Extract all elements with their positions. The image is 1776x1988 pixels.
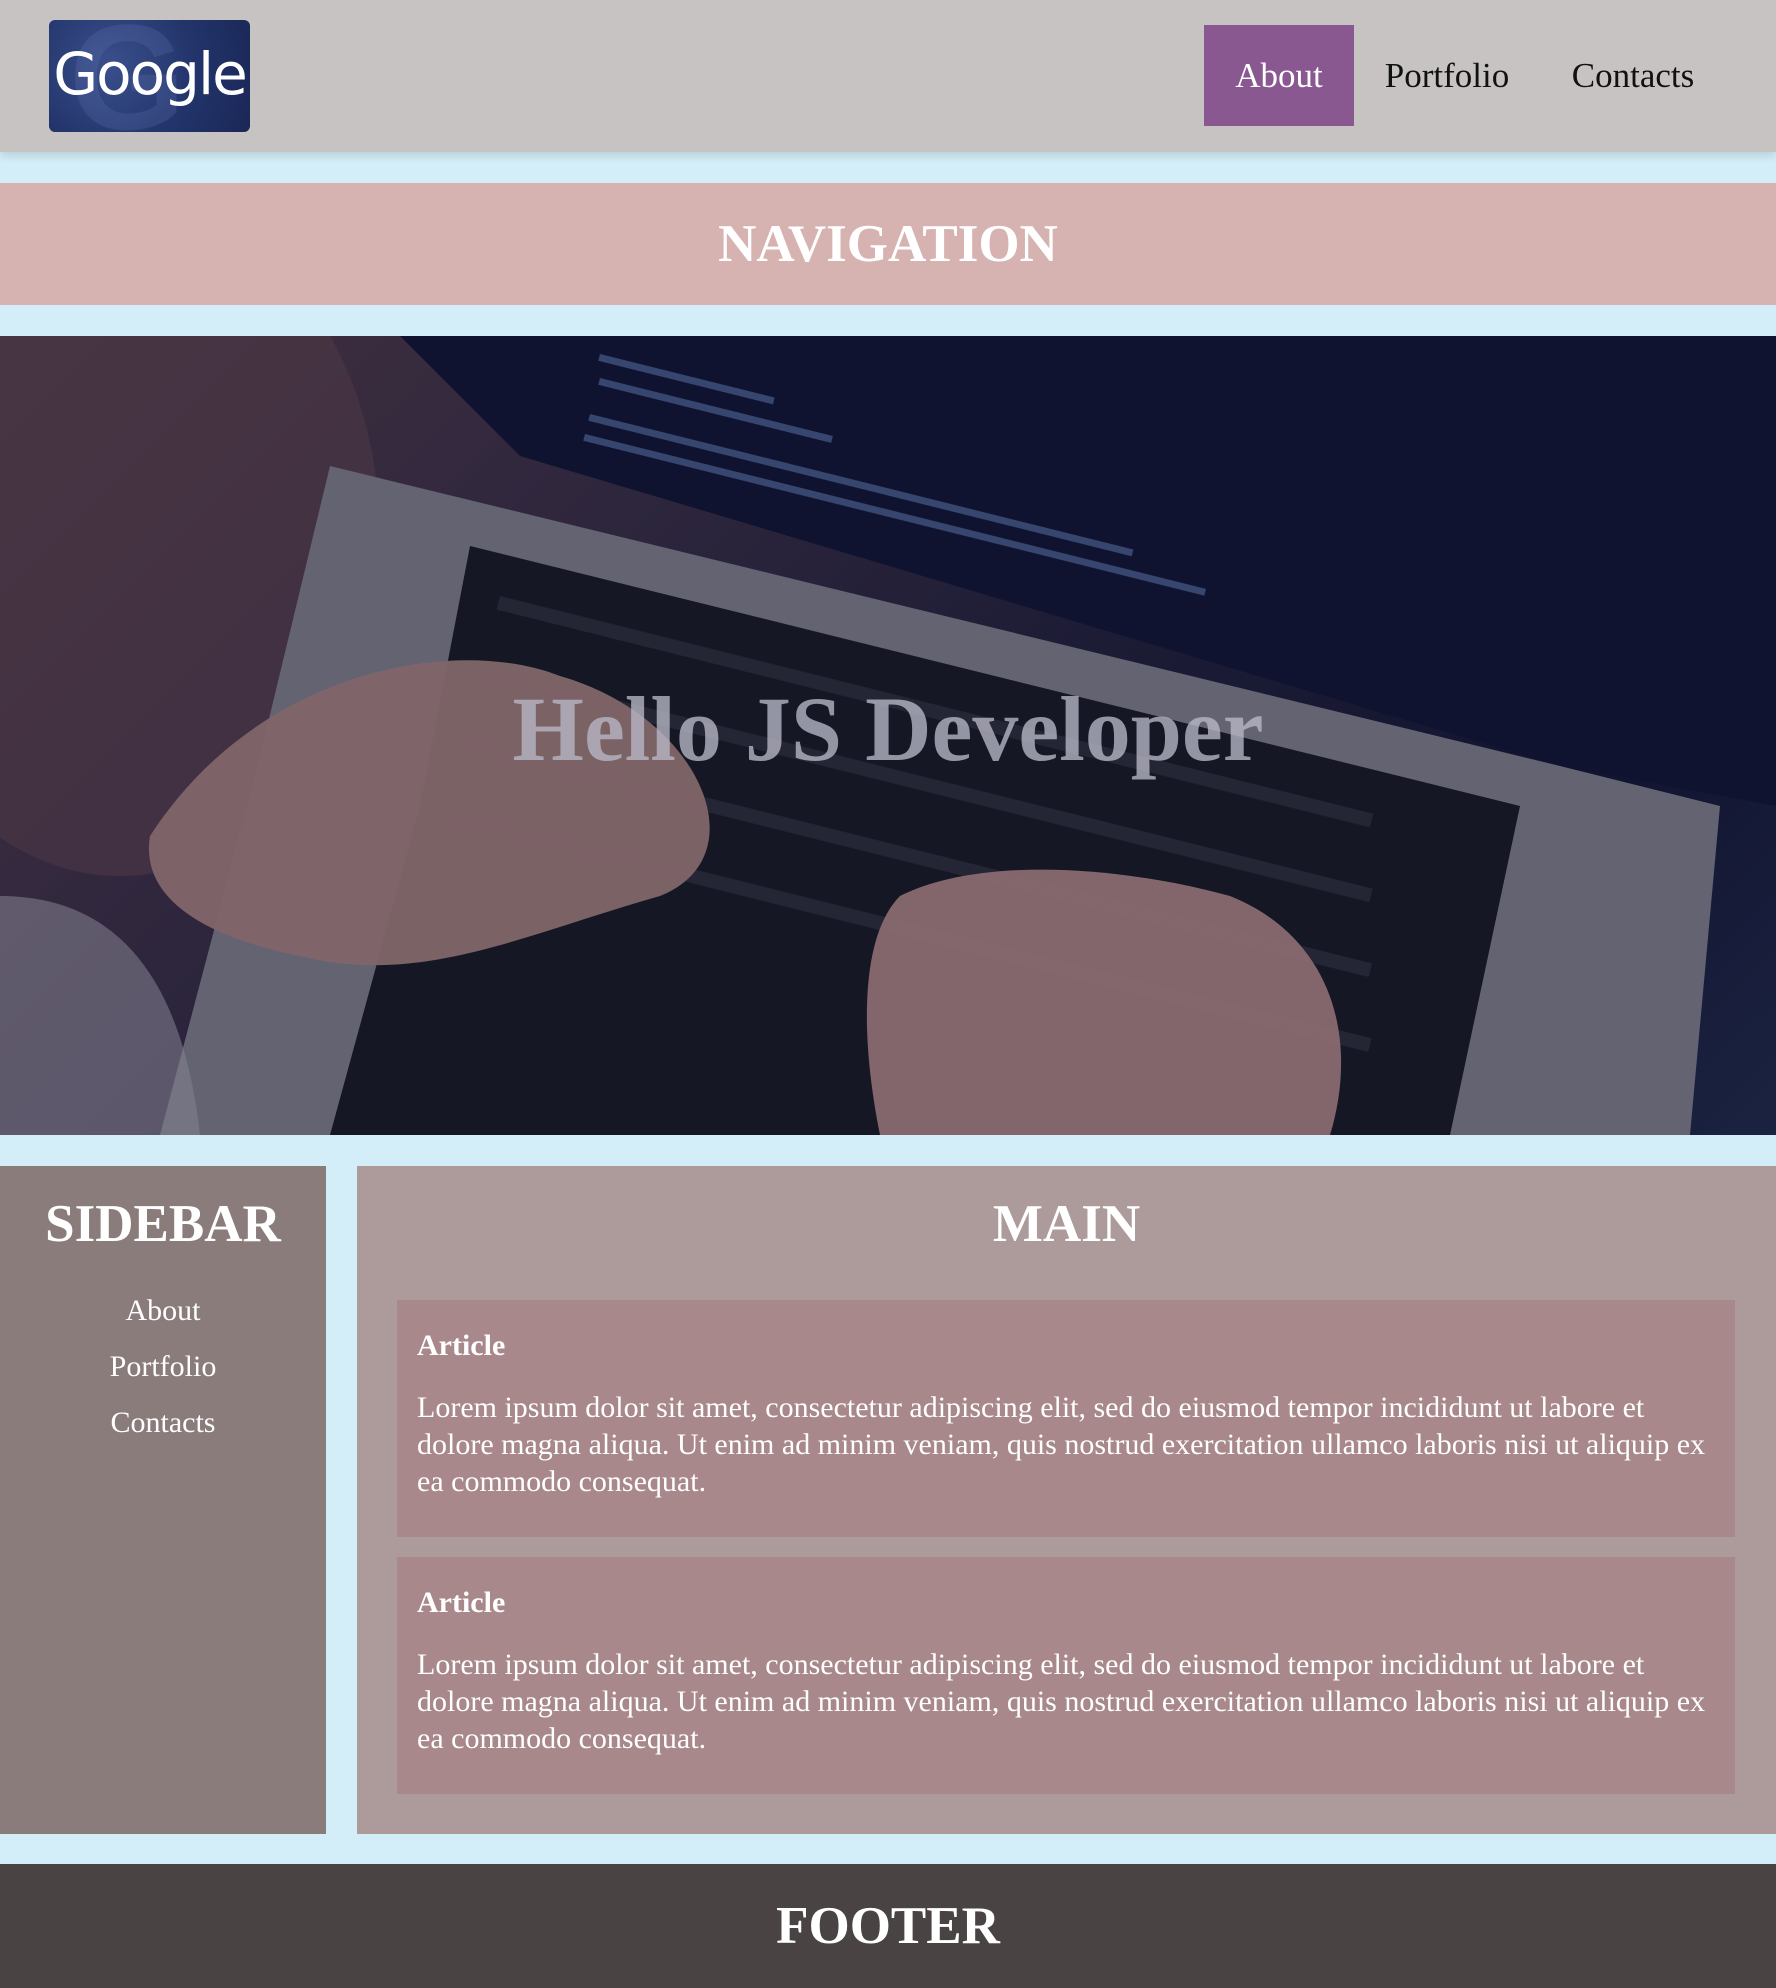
navigation-section: NAVIGATION xyxy=(0,183,1776,305)
main-content: MAIN Article Lorem ipsum dolor sit amet,… xyxy=(357,1166,1776,1834)
hero-banner: Hello JS Developer xyxy=(0,336,1776,1135)
article-body: Lorem ipsum dolor sit amet, consectetur … xyxy=(417,1648,1706,1755)
nav-link-about[interactable]: About xyxy=(1204,25,1354,126)
google-logo[interactable]: G Google xyxy=(49,20,250,132)
article-card: Article Lorem ipsum dolor sit amet, cons… xyxy=(397,1557,1735,1794)
article-body: Lorem ipsum dolor sit amet, consectetur … xyxy=(417,1391,1706,1498)
site-header: G Google About Portfolio Contacts xyxy=(0,0,1776,152)
sidebar-menu: About Portfolio Contacts xyxy=(0,1283,326,1451)
article-title: Article xyxy=(417,1329,506,1362)
sidebar-item-about[interactable]: About xyxy=(0,1283,326,1339)
article-card: Article Lorem ipsum dolor sit amet, cons… xyxy=(397,1300,1735,1537)
site-footer: FOOTER xyxy=(0,1864,1776,1988)
nav-link-portfolio[interactable]: Portfolio xyxy=(1354,25,1540,126)
article-title: Article xyxy=(417,1586,506,1619)
main-title: MAIN xyxy=(992,1195,1141,1253)
footer-title: FOOTER xyxy=(776,1897,1000,1955)
logo-text: Google xyxy=(53,40,248,108)
sidebar-title: SIDEBAR xyxy=(45,1195,281,1253)
top-nav: About Portfolio Contacts xyxy=(1204,25,1726,126)
sidebar-item-contacts[interactable]: Contacts xyxy=(0,1395,326,1451)
hero-title: Hello JS Developer xyxy=(512,678,1264,780)
sidebar-item-portfolio[interactable]: Portfolio xyxy=(0,1339,326,1395)
nav-link-contacts[interactable]: Contacts xyxy=(1540,25,1726,126)
sidebar: SIDEBAR About Portfolio Contacts xyxy=(0,1166,326,1834)
navigation-title: NAVIGATION xyxy=(718,215,1058,273)
